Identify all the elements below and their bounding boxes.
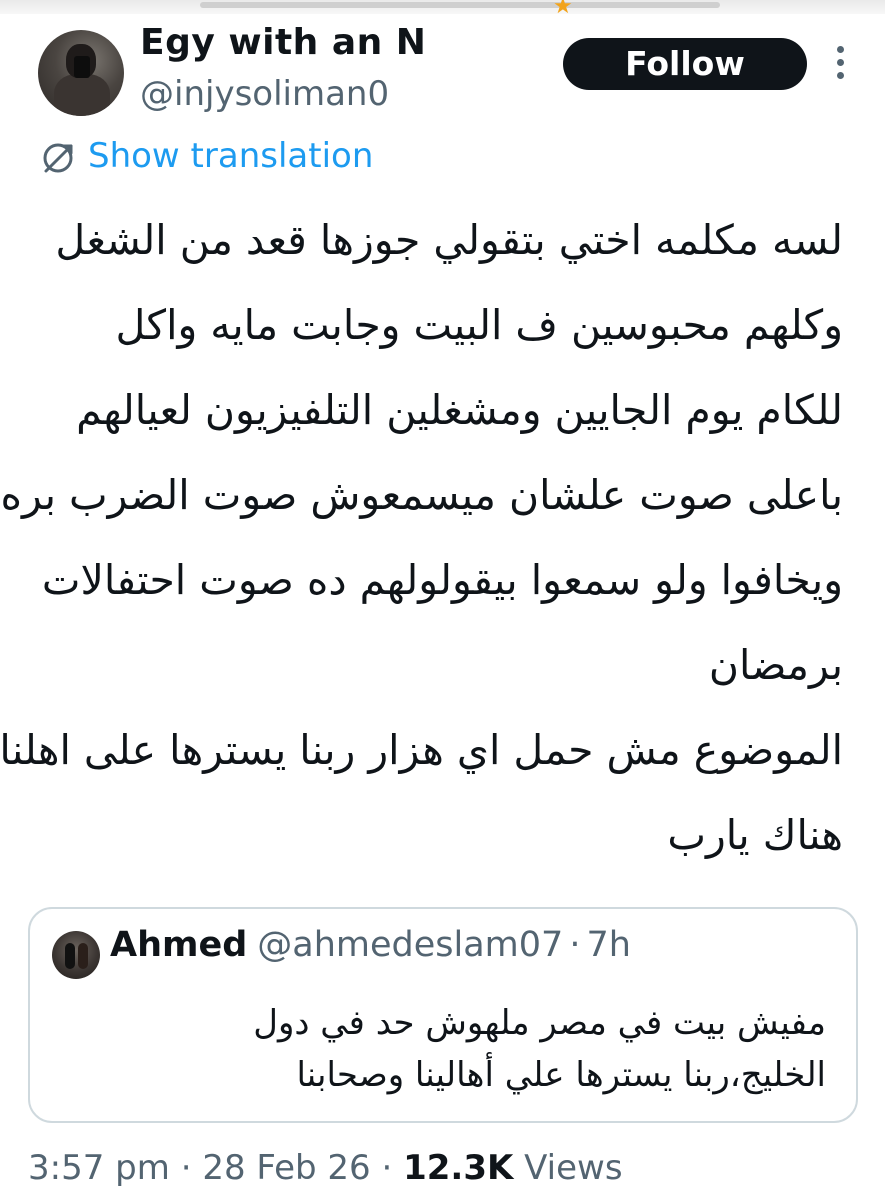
separator-dot: · [180, 1148, 192, 1188]
separator-dot: · [381, 1148, 393, 1188]
post-text-line: لسه مكلمه اختي بتقولي جوزها قعد من الشغل [55, 216, 843, 264]
cropped-text-fragment [200, 2, 720, 8]
quoted-post-header: Ahmed @ahmedeslam07 · 7h [110, 925, 631, 965]
quoted-post-text: مفيش بيت في مصر ملهوش حد في دول الخليج،ر… [66, 997, 826, 1101]
author-avatar[interactable] [38, 30, 124, 116]
quoted-author-handle: @ahmedeslam07 [257, 925, 564, 965]
post-text-line: وكلهم محبوسين ف البيت وجابت مايه واكل [115, 301, 844, 349]
post-time[interactable]: 3:57 pm [28, 1148, 170, 1188]
quoted-post-card[interactable]: Ahmed @ahmedeslam07 · 7h مفيش بيت في مصر مل… [28, 907, 858, 1123]
post-text-line: باعلى صوت علشان ميسمعوش صوت الضرب بره [0, 471, 843, 519]
quoted-author-avatar [52, 931, 100, 979]
views-count: 12.3K [403, 1148, 514, 1188]
quoted-text-line: مفيش بيت في مصر ملهوش حد في دول [253, 1003, 826, 1043]
follow-button[interactable]: Follow [563, 38, 807, 90]
show-translation-link[interactable]: Show translation [88, 136, 373, 176]
post-meta: 3:57 pm · 28 Feb 26 · 12.3K Views [28, 1148, 623, 1188]
post-text-line: هناك يارب [667, 811, 843, 859]
more-options-icon[interactable] [833, 46, 847, 82]
views-label: Views [524, 1148, 623, 1188]
author-handle[interactable]: @injysoliman0 [140, 74, 389, 114]
translate-icon[interactable] [38, 138, 78, 178]
post-date[interactable]: 28 Feb 26 [202, 1148, 370, 1188]
post-text-line: ويخافوا ولو سمعوا بيقولولهم ده صوت احتفا… [41, 556, 843, 604]
post-text-line: الموضوع مش حمل اي هزار ربنا يسترها على ا… [0, 726, 843, 774]
quoted-text-line: الخليج،ربنا يسترها علي أهالينا وصحابنا [296, 1055, 826, 1095]
previous-post-fragment: ★ [0, 0, 885, 19]
post-text-line: برمضان [708, 641, 843, 689]
separator-dot: · [569, 925, 581, 965]
post-text-line: للكام يوم الجايين ومشغلين التلفيزيون لعي… [76, 386, 843, 434]
quoted-post-time: 7h [586, 925, 631, 965]
post-text: لسه مكلمه اختي بتقولي جوزها قعد من الشغل… [0, 198, 844, 878]
quoted-author-name: Ahmed [110, 925, 248, 965]
author-display-name[interactable]: Egy with an N [140, 22, 426, 63]
star-emoji-icon: ★ [553, 0, 573, 19]
